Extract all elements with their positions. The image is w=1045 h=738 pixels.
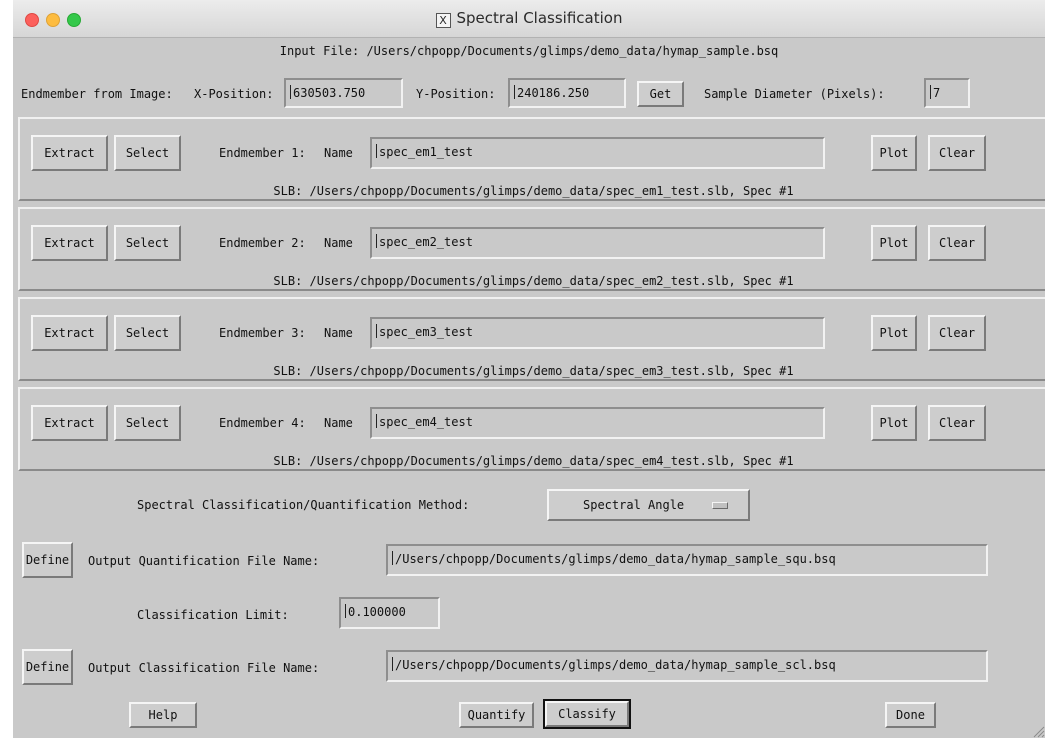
endmember-from-image-label: Endmember from Image:	[21, 87, 173, 101]
clear-button[interactable]: Clear	[928, 315, 986, 351]
extract-button[interactable]: Extract	[31, 315, 108, 351]
input-file-label: Input File: /Users/chpopp/Documents/glim…	[279, 44, 779, 58]
endmember-name-value: spec_em4_test	[379, 415, 473, 429]
name-label: Name	[324, 236, 353, 250]
text-cursor	[514, 85, 515, 99]
plot-button[interactable]: Plot	[871, 405, 917, 441]
help-button[interactable]: Help	[129, 702, 197, 728]
endmember-panel: Extract Select Endmember 1: Name spec_em…	[18, 117, 1045, 201]
select-button[interactable]: Select	[114, 405, 181, 441]
endmember-name-value: spec_em3_test	[379, 325, 473, 339]
x-position-input[interactable]: 630503.750	[284, 78, 403, 108]
clear-button[interactable]: Clear	[928, 405, 986, 441]
get-button[interactable]: Get	[637, 81, 684, 107]
quantification-file-label: Output Quantification File Name:	[88, 554, 320, 568]
endmember-panel: Extract Select Endmember 3: Name spec_em…	[18, 297, 1045, 381]
endmember-label: Endmember 2:	[219, 236, 306, 250]
x11-app-icon: X	[435, 13, 451, 28]
clear-button[interactable]: Clear	[928, 225, 986, 261]
quantify-button[interactable]: Quantify	[459, 702, 534, 728]
text-cursor	[376, 234, 377, 248]
text-cursor	[376, 144, 377, 158]
select-button[interactable]: Select	[114, 315, 181, 351]
endmember-label: Endmember 1:	[219, 146, 306, 160]
slb-path-label: SLB: /Users/chpopp/Documents/glimps/demo…	[273, 454, 794, 468]
classification-file-input[interactable]: /Users/chpopp/Documents/glimps/demo_data…	[386, 650, 988, 682]
endmember-label: Endmember 3:	[219, 326, 306, 340]
endmember-name-value: spec_em2_test	[379, 235, 473, 249]
slb-path-label: SLB: /Users/chpopp/Documents/glimps/demo…	[273, 364, 794, 378]
select-button[interactable]: Select	[114, 135, 181, 171]
plot-button[interactable]: Plot	[871, 225, 917, 261]
text-cursor	[376, 414, 377, 428]
text-cursor	[392, 657, 393, 671]
y-position-value: 240186.250	[517, 86, 590, 100]
extract-button[interactable]: Extract	[31, 225, 108, 261]
spectral-classification-window: X Spectral Classification Input File: /Us…	[13, 0, 1045, 738]
sample-diameter-value: 7	[933, 86, 941, 100]
endmember-label: Endmember 4:	[219, 416, 306, 430]
window-title-text: Spectral Classification	[456, 9, 623, 27]
sample-diameter-input[interactable]: 7	[924, 78, 970, 108]
text-cursor	[930, 85, 931, 99]
x-position-value: 630503.750	[293, 86, 366, 100]
extract-button[interactable]: Extract	[31, 135, 108, 171]
classify-button[interactable]: Classify	[543, 699, 631, 729]
extract-button[interactable]: Extract	[31, 405, 108, 441]
y-position-input[interactable]: 240186.250	[508, 78, 626, 108]
quantification-file-input[interactable]: /Users/chpopp/Documents/glimps/demo_data…	[386, 544, 988, 576]
classification-limit-value: 0.100000	[348, 605, 406, 619]
resize-grip-icon[interactable]	[1031, 724, 1045, 738]
endmember-panel: Extract Select Endmember 2: Name spec_em…	[18, 207, 1045, 291]
text-cursor	[376, 324, 377, 338]
endmember-name-input[interactable]: spec_em4_test	[370, 407, 825, 439]
text-cursor	[345, 604, 346, 618]
classification-limit-label: Classification Limit:	[137, 608, 289, 622]
text-cursor	[290, 85, 291, 99]
classification-file-label: Output Classification File Name:	[88, 661, 320, 675]
window-title: X Spectral Classification	[13, 9, 1045, 28]
method-value: Spectral Angle	[583, 498, 685, 512]
y-position-label: Y-Position:	[416, 87, 496, 101]
endmember-name-input[interactable]: spec_em3_test	[370, 317, 825, 349]
classification-limit-input[interactable]: 0.100000	[339, 597, 440, 629]
define-quantification-button[interactable]: Define	[22, 542, 73, 578]
slb-path-label: SLB: /Users/chpopp/Documents/glimps/demo…	[273, 184, 794, 198]
method-option-menu[interactable]: Spectral Angle	[547, 489, 750, 521]
quantification-file-value: /Users/chpopp/Documents/glimps/demo_data…	[395, 552, 836, 566]
define-classification-button[interactable]: Define	[22, 649, 73, 685]
name-label: Name	[324, 326, 353, 340]
method-label: Spectral Classification/Quantification M…	[137, 498, 470, 512]
sample-diameter-label: Sample Diameter (Pixels):	[704, 87, 885, 101]
clear-button[interactable]: Clear	[928, 135, 986, 171]
name-label: Name	[324, 146, 353, 160]
endmember-name-input[interactable]: spec_em2_test	[370, 227, 825, 259]
slb-path-label: SLB: /Users/chpopp/Documents/glimps/demo…	[273, 274, 794, 288]
endmember-panel: Extract Select Endmember 4: Name spec_em…	[18, 387, 1045, 471]
title-bar[interactable]: X Spectral Classification	[13, 0, 1045, 38]
endmember-name-value: spec_em1_test	[379, 145, 473, 159]
select-button[interactable]: Select	[114, 225, 181, 261]
plot-button[interactable]: Plot	[871, 135, 917, 171]
text-cursor	[392, 551, 393, 565]
classification-file-value: /Users/chpopp/Documents/glimps/demo_data…	[395, 658, 836, 672]
done-button[interactable]: Done	[885, 702, 936, 728]
option-menu-indicator-icon	[712, 502, 728, 509]
x-position-label: X-Position:	[194, 87, 274, 101]
endmember-name-input[interactable]: spec_em1_test	[370, 137, 825, 169]
plot-button[interactable]: Plot	[871, 315, 917, 351]
name-label: Name	[324, 416, 353, 430]
